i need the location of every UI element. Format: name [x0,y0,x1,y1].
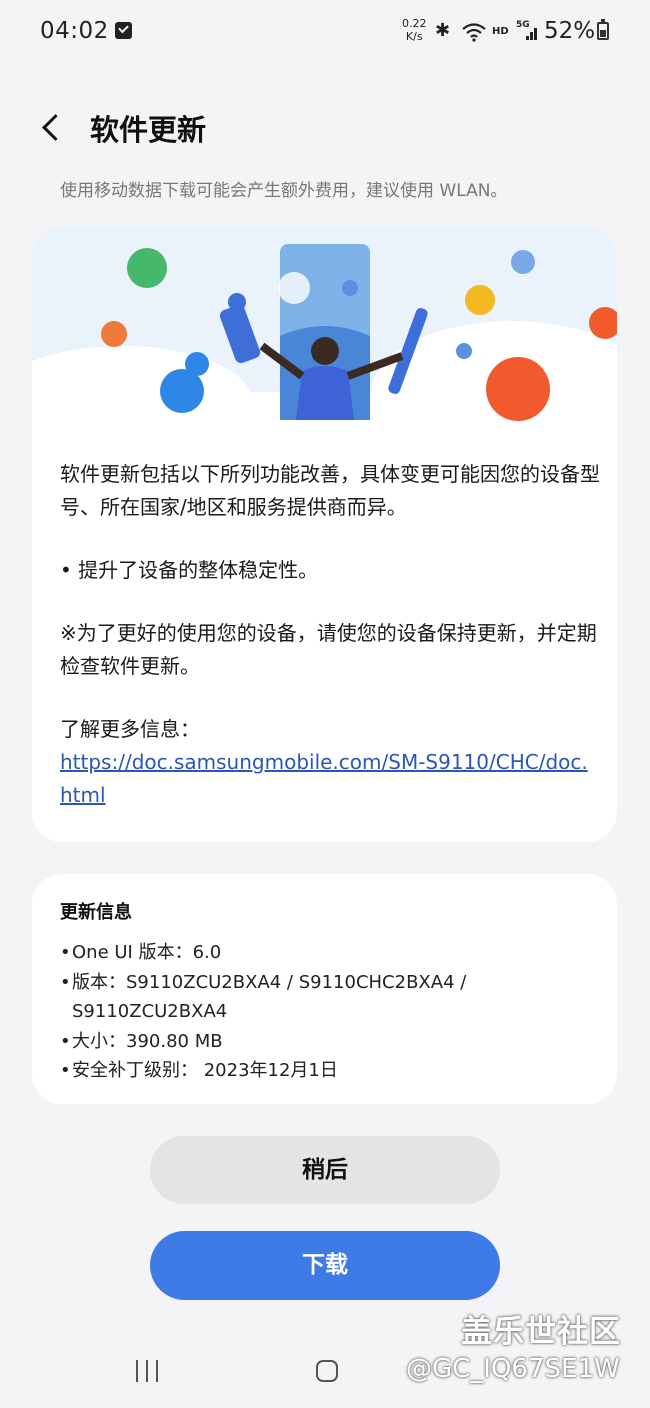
update-info-card: 更新信息 • One UI 版本：6.0 • 版本：S9110ZCU2BXA4 / … [32,874,617,1104]
list-item: • 安全补丁级别： 2023年12月1日 [60,1056,600,1086]
home-button[interactable] [316,1360,338,1382]
update-description: 软件更新包括以下所列功能改善，具体变更可能因您的设备型号、所在国家/地区和服务提… [60,458,600,812]
notification-check-icon [115,22,132,39]
list-item: • 大小：390.80 MB [60,1027,600,1057]
signal-icon [520,26,538,40]
recent-apps-button[interactable] [134,1360,160,1382]
status-time: 04:02 [40,18,109,44]
update-description-card: 软件更新包括以下所列功能改善，具体变更可能因您的设备型号、所在国家/地区和服务提… [32,226,617,842]
ui-version: One UI 版本：6.0 [72,942,222,963]
mobile-data-notice: 使用移动数据下载可能会产生额外费用，建议使用 WLAN。 [60,181,508,201]
update-illustration [32,226,617,436]
description-bullet: • 提升了设备的整体稳定性。 [60,558,319,582]
network-speed-value: 0.22 [402,17,427,30]
update-info-title: 更新信息 [60,902,132,923]
update-size: 大小：390.80 MB [72,1030,223,1052]
back-button[interactable] [40,110,70,144]
update-info-list: • One UI 版本：6.0 • 版本：S9110ZCU2BXA4 / S9110… [60,938,600,1086]
description-intro: 软件更新包括以下所列功能改善，具体变更可能因您的设备型号、所在国家/地区和服务提… [60,462,600,519]
list-item: • One UI 版本：6.0 [60,938,600,968]
battery-icon [597,19,609,40]
page-title: 软件更新 [90,113,207,147]
network-speed: 0.22 K/s [402,17,427,43]
network-speed-unit: K/s [405,30,423,43]
security-patch-level: 安全补丁级别： 2023年12月1日 [72,1060,338,1081]
download-button[interactable]: 下载 [150,1231,500,1300]
status-bar: 04:02 0.22 K/s ✱ HD 5G 52% [0,0,650,64]
watermark-brand: 盖乐世社区 [461,1314,621,1350]
build-version: 版本：S9110ZCU2BXA4 / S9110CHC2BXA4 / S9110… [72,971,467,1023]
bluetooth-icon: ✱ [435,20,451,41]
watermark-user: @GC_IQ67SE1W [406,1354,620,1384]
later-button[interactable]: 稍后 [150,1136,500,1204]
more-info-label: 了解更多信息： [60,717,200,741]
hd-voice-label: HD [492,26,509,37]
more-info-link[interactable]: https://doc.samsungmobile.com/SM-S9110/C… [60,750,588,807]
wifi-icon [462,23,486,42]
list-item: • 版本：S9110ZCU2BXA4 / S9110CHC2BXA4 / S911… [60,968,600,1027]
description-note: ※为了更好的使用您的设备，请使您的设备保持更新，并定期检查软件更新。 [60,621,597,678]
battery-percent: 52% [544,18,596,44]
